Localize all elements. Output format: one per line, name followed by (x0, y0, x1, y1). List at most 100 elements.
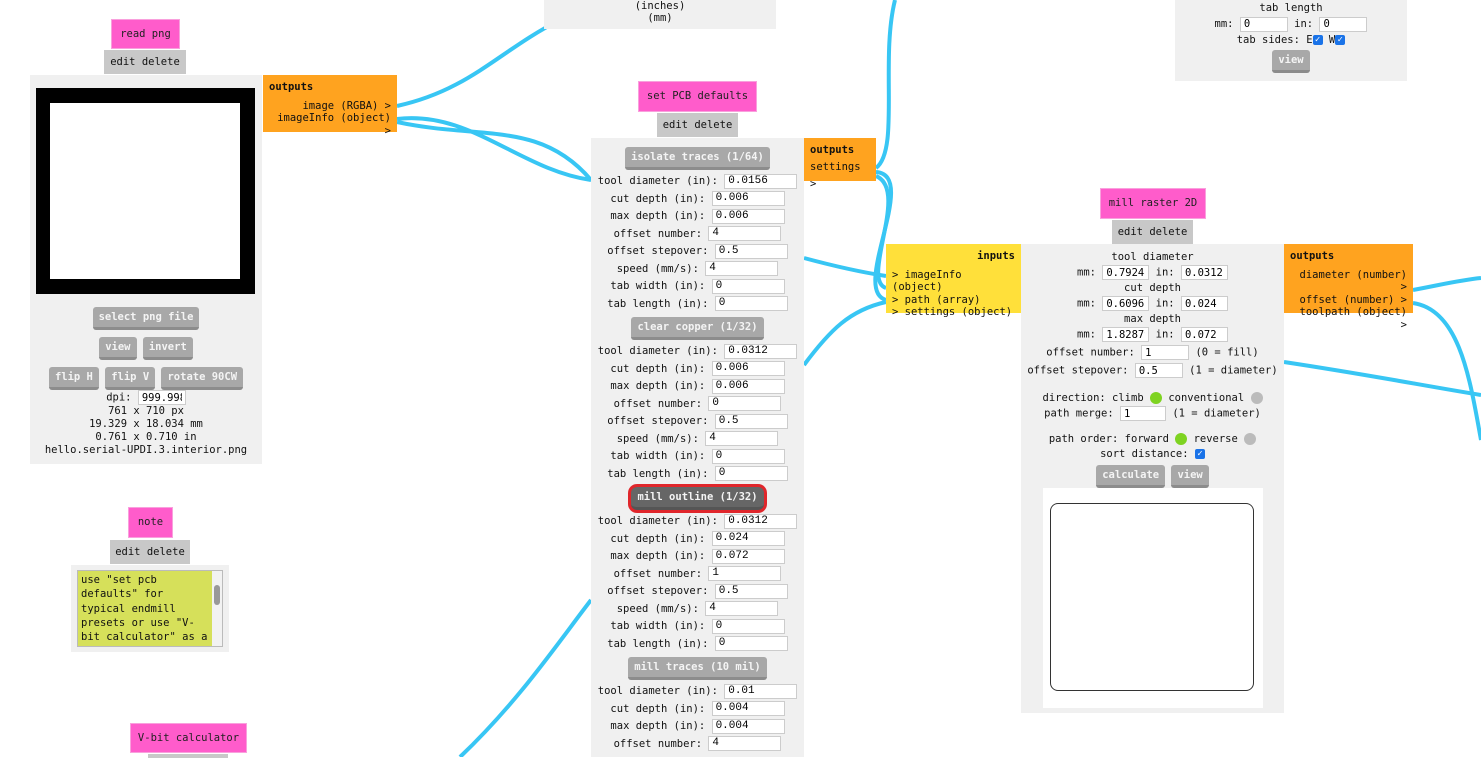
output-imageinfo[interactable]: imageInfo (object) > (269, 112, 391, 137)
path-merge-input[interactable] (1120, 406, 1167, 422)
setting-label: tool diameter (in): (597, 345, 718, 357)
setting-input[interactable]: 0.006 (711, 378, 785, 394)
edit-button[interactable]: edit (663, 119, 688, 131)
setting-input[interactable]: 0.006 (711, 208, 785, 224)
conventional-radio[interactable] (1250, 391, 1263, 404)
cut-depth-mm-input[interactable] (1102, 296, 1150, 312)
reverse-radio[interactable] (1244, 432, 1257, 445)
setting-input[interactable]: 0.024 (711, 531, 785, 546)
output-image[interactable]: image (RGBA) > (269, 100, 391, 113)
input-imageinfo[interactable]: > imageInfo (object) (892, 269, 1015, 294)
setting-row: cut depth (in): 0.024 (591, 531, 804, 549)
conventional-label: conventional (1168, 391, 1245, 404)
view-button[interactable]: view (1171, 464, 1209, 488)
setting-row: tool diameter (in): 0.0312 (591, 513, 804, 531)
setting-input[interactable]: 0 (714, 296, 788, 311)
offset-stepover-hint: (1 = diameter) (1189, 364, 1278, 377)
tool-diameter-in-input[interactable] (1180, 265, 1228, 281)
output-settings[interactable]: settings > (810, 159, 870, 193)
setting-label: tab width (in): (610, 280, 706, 292)
max-depth-in-input[interactable] (1180, 327, 1228, 343)
edit-button[interactable]: edit (1118, 226, 1143, 238)
setting-input[interactable]: 0.5 (714, 583, 788, 599)
preset-button[interactable]: isolate traces (1/64) (625, 147, 770, 170)
setting-label: offset number: (613, 737, 703, 750)
setting-input[interactable]: 0.006 (711, 361, 785, 376)
note-textarea[interactable]: use "set pcb defaults" for typical endmi… (77, 570, 223, 647)
setting-input[interactable]: 0 (711, 278, 785, 294)
setting-input[interactable]: 0.004 (711, 701, 785, 716)
view-button[interactable]: view (99, 337, 137, 360)
view-button[interactable]: view (1272, 50, 1310, 73)
edit-button[interactable]: edit (115, 546, 140, 558)
set-pcb-defaults-title[interactable]: set PCB defaults (638, 81, 757, 112)
rotate-90cw-button[interactable]: rotate 90CW (161, 367, 244, 390)
note-scrollbar[interactable] (212, 571, 222, 646)
setting-input[interactable]: 4 (708, 226, 782, 241)
setting-input[interactable]: 0 (714, 466, 788, 481)
setting-input[interactable]: 4 (705, 601, 779, 616)
read-png-title[interactable]: read png (111, 19, 180, 49)
max-depth-mm-input[interactable] (1102, 327, 1150, 343)
setting-input[interactable]: 0.006 (711, 191, 785, 206)
setting-row: offset number: 0 (591, 396, 804, 414)
invert-button[interactable]: invert (142, 337, 193, 360)
setting-input[interactable]: 0 (711, 448, 785, 464)
vbit-calculator-title[interactable]: V-bit calculator (130, 723, 247, 753)
setting-input[interactable]: 0.5 (714, 413, 788, 429)
setting-input[interactable]: 0.004 (711, 718, 785, 734)
setting-input[interactable]: 0.0312 (724, 343, 798, 359)
tab-length-mm-input[interactable] (1239, 16, 1288, 32)
delete-button[interactable]: delete (694, 119, 732, 131)
climb-radio[interactable] (1149, 391, 1162, 404)
output-offset[interactable]: offset (number) > (1290, 294, 1407, 307)
delete-button[interactable]: delete (142, 56, 180, 68)
input-path[interactable]: > path (array) (892, 294, 1015, 307)
setting-input[interactable]: 0 (708, 396, 782, 411)
edit-button[interactable]: edit (110, 56, 135, 68)
offset-number-input[interactable] (1141, 345, 1190, 361)
outputs-label: outputs (269, 81, 314, 93)
preset-section: isolate traces (1/64) (591, 145, 804, 173)
setting-input[interactable]: 1 (708, 566, 782, 581)
output-diameter[interactable]: diameter (number) > (1290, 269, 1407, 294)
delete-button[interactable]: delete (147, 546, 185, 558)
tab-length-in-input[interactable] (1319, 16, 1368, 32)
setting-input[interactable]: 4 (705, 431, 779, 446)
tool-diameter-mm-input[interactable] (1102, 265, 1150, 281)
setting-row: tab length (in): 0 (591, 466, 804, 484)
setting-input[interactable]: 0.5 (714, 243, 788, 259)
in-label: in: (1155, 297, 1175, 310)
input-settings[interactable]: > settings (object) (892, 306, 1015, 319)
forward-radio[interactable] (1175, 432, 1188, 445)
offset-number-label: offset number: (1046, 346, 1135, 359)
flip-v-button[interactable]: flip V (105, 367, 156, 390)
calculate-button[interactable]: calculate (1096, 464, 1166, 488)
preset-button[interactable]: mill traces (10 mil) (628, 657, 767, 680)
setting-input[interactable]: 0.0156 (724, 173, 798, 189)
sort-distance-checkbox[interactable]: ✓ (1194, 449, 1205, 460)
setting-input[interactable]: 0.0312 (724, 513, 798, 529)
output-toolpath[interactable]: toolpath (object) > (1290, 306, 1407, 331)
image-preview (36, 88, 255, 294)
setting-input[interactable]: 0.01 (724, 683, 798, 699)
mill-raster-2d-title[interactable]: mill raster 2D (1100, 188, 1206, 219)
tab-side-e-checkbox[interactable]: ✓ (1312, 35, 1323, 45)
setting-input[interactable]: 0.072 (711, 548, 785, 564)
setting-input[interactable]: 4 (705, 261, 779, 276)
preset-button[interactable]: clear copper (1/32) (631, 317, 764, 340)
tab-side-w-checkbox[interactable]: ✓ (1335, 35, 1346, 45)
offset-stepover-input[interactable] (1134, 363, 1183, 379)
select-png-file-button[interactable]: select png file (92, 307, 200, 330)
note-title[interactable]: note (128, 507, 173, 538)
setting-input[interactable]: 4 (708, 736, 782, 751)
cut-depth-in-input[interactable] (1180, 296, 1228, 312)
flip-h-button[interactable]: flip H (48, 367, 99, 390)
preset-button[interactable]: mill outline (1/32) (631, 487, 764, 510)
setting-input[interactable]: 0 (711, 618, 785, 634)
preset-section: clear copper (1/32) (591, 315, 804, 343)
delete-button[interactable]: delete (1149, 226, 1187, 238)
dpi-input[interactable] (137, 390, 186, 405)
setting-input[interactable]: 0 (714, 636, 788, 651)
read-png-outputs: outputs image (RGBA) > imageInfo (object… (263, 75, 397, 137)
